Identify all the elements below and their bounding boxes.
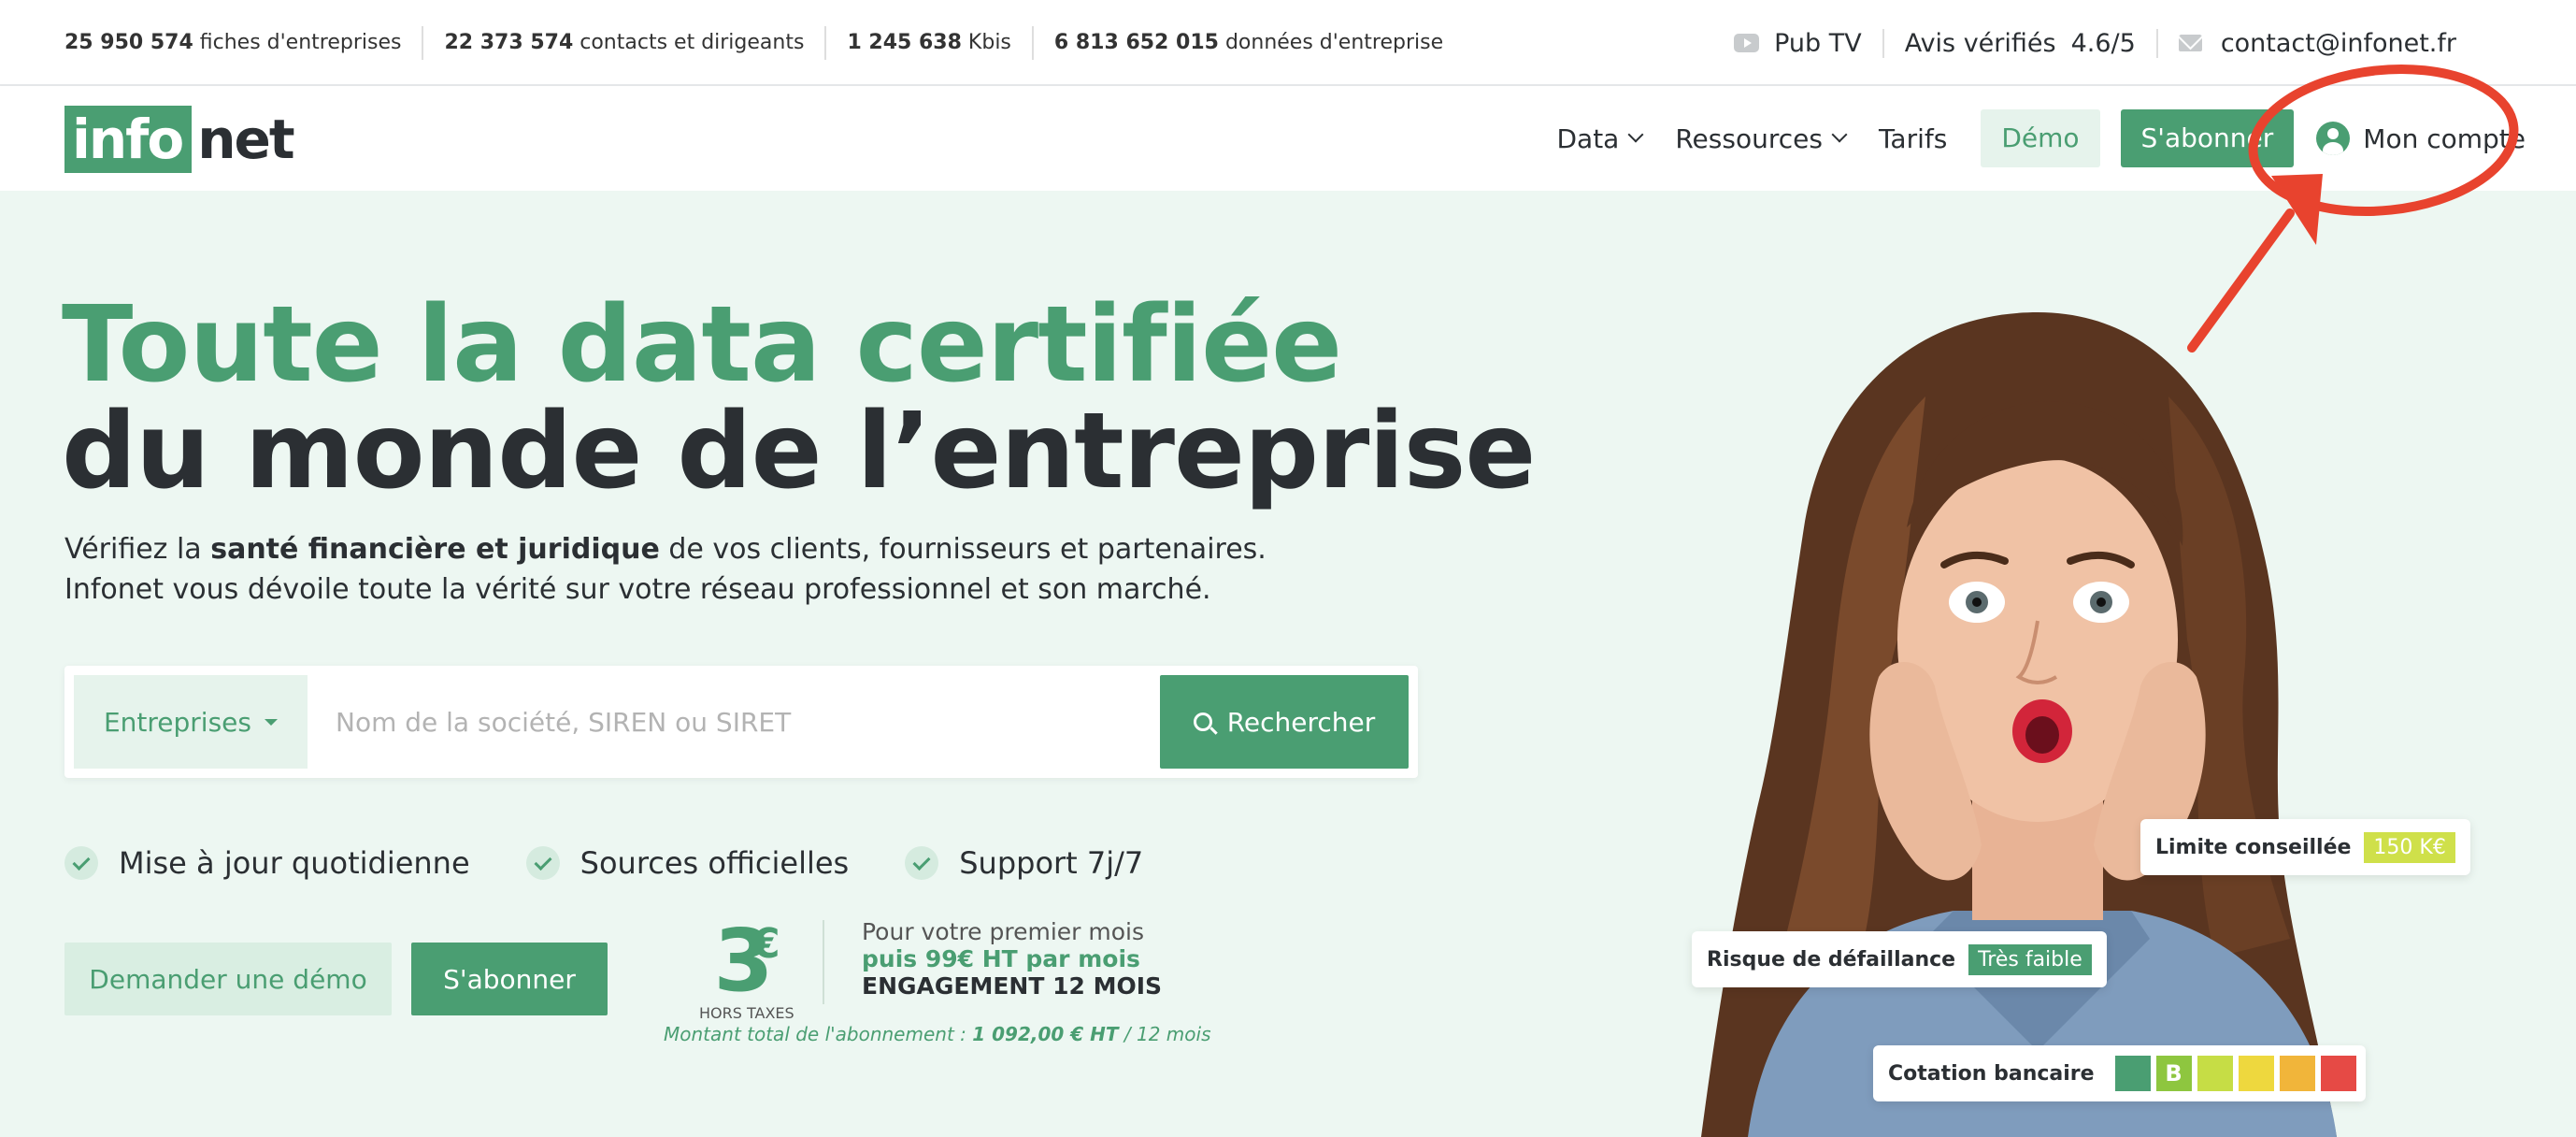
limit-label: Limite conseillée bbox=[2155, 835, 2352, 859]
caret-down-icon bbox=[265, 718, 278, 726]
nav-ressources-label: Ressources bbox=[1675, 122, 1823, 154]
top-links: Pub TV Avis vérifiés 4.6/5 contact@infon… bbox=[1713, 0, 2477, 86]
email-label: contact@infonet.fr bbox=[2220, 28, 2456, 58]
infonet-logo[interactable]: info net bbox=[64, 106, 295, 173]
stat-label: données d'entreprise bbox=[1224, 31, 1444, 54]
bank-rating-tag: Cotation bancaire B bbox=[1873, 1045, 2366, 1101]
risk-label: Risque de défaillance bbox=[1707, 947, 1956, 971]
rating-box-c bbox=[2197, 1056, 2233, 1091]
rating-box-a bbox=[2114, 1056, 2151, 1091]
hero-lead: Vérifiez la santé financière et juridiqu… bbox=[64, 529, 1267, 610]
my-account-label: Mon compte bbox=[2363, 122, 2526, 154]
lead-bold-text: santé financière et juridique bbox=[210, 533, 660, 566]
risk-tag: Risque de défaillance Très faible bbox=[1692, 931, 2107, 987]
category-select-value: Entreprises bbox=[103, 706, 251, 738]
category-select[interactable]: Entreprises bbox=[74, 675, 308, 769]
price-details: Pour votre premier mois puis 99€ HT par … bbox=[862, 918, 1162, 1000]
feature-item: Sources officielles bbox=[525, 845, 850, 881]
feature-item: Mise à jour quotidienne bbox=[64, 845, 470, 881]
nav-ressources-dropdown[interactable]: Ressources bbox=[1675, 122, 1848, 154]
stat-number: 1 245 638 bbox=[847, 31, 962, 54]
limit-value: 150 K€ bbox=[2364, 831, 2455, 863]
rating-box-f bbox=[2320, 1056, 2356, 1091]
search-bar: Entreprises Rechercher bbox=[64, 666, 1418, 778]
video-play-icon bbox=[1734, 34, 1760, 52]
stat-label: contacts et dirigeants bbox=[580, 31, 805, 54]
mail-icon bbox=[2178, 35, 2202, 51]
total-amount-note: Montant total de l'abonnement : 1 092,00… bbox=[664, 1023, 1211, 1045]
chevron-down-icon bbox=[1627, 126, 1644, 143]
stat-data: 6 813 652 015 données d'entreprise bbox=[1034, 26, 1464, 60]
price-first-month: Pour votre premier mois bbox=[862, 918, 1145, 945]
rating-box-e bbox=[2279, 1056, 2315, 1091]
stat-number: 25 950 574 bbox=[64, 31, 193, 54]
lead-text: de vos clients, fournisseurs et partenai… bbox=[659, 533, 1267, 566]
nav-tarifs-label: Tarifs bbox=[1878, 122, 1948, 154]
total-period: / 12 mois bbox=[1118, 1023, 1211, 1045]
hero-title-line2: du monde de l’entreprise bbox=[62, 391, 1536, 512]
features-list: Mise à jour quotidienne Sources officiel… bbox=[64, 845, 1199, 881]
stat-kbis: 1 245 638 Kbis bbox=[826, 26, 1034, 60]
rating-label: Cotation bancaire bbox=[1888, 1061, 2095, 1086]
search-icon bbox=[1193, 712, 1212, 731]
my-account-link[interactable]: Mon compte bbox=[2316, 122, 2526, 155]
check-icon bbox=[525, 846, 560, 880]
price-tax-label: HORS TAXES bbox=[699, 1004, 794, 1022]
main-nav: info net Data Ressources Tarifs Démo S'a… bbox=[0, 86, 2576, 191]
reviews-label: Avis vérifiés bbox=[1904, 28, 2056, 58]
lead-line2: Infonet vous dévoile toute la vérité sur… bbox=[64, 573, 1211, 606]
rating-box-b: B bbox=[2155, 1056, 2192, 1091]
stat-number: 6 813 652 015 bbox=[1053, 31, 1219, 54]
feature-item: Support 7j/7 bbox=[905, 845, 1143, 881]
stat-number: 22 373 574 bbox=[444, 31, 574, 54]
surprised-woman-image bbox=[1701, 312, 2337, 1137]
nav-subscribe-button[interactable]: S'abonner bbox=[2120, 109, 2295, 167]
price-commitment: ENGAGEMENT 12 MOIS bbox=[862, 972, 1163, 1000]
pub-tv-link[interactable]: Pub TV bbox=[1713, 29, 1882, 58]
nav-data-dropdown[interactable]: Data bbox=[1556, 122, 1644, 154]
search-button-label: Rechercher bbox=[1226, 706, 1376, 738]
nav-menu: Data Ressources Tarifs Démo S'abonner Mo… bbox=[1523, 86, 2526, 191]
feature-label: Support 7j/7 bbox=[959, 845, 1144, 881]
price-divider bbox=[823, 920, 824, 1004]
logo-box-text: info bbox=[64, 106, 193, 173]
total-value: 1 092,00 € HT bbox=[972, 1023, 1119, 1045]
price-currency: € bbox=[751, 920, 780, 968]
stat-companies: 25 950 574 fiches d'entreprises bbox=[64, 26, 424, 60]
stat-contacts: 22 373 574 contacts et dirigeants bbox=[423, 26, 827, 60]
price-monthly: puis 99€ HT par mois bbox=[862, 945, 1140, 972]
limit-tag: Limite conseillée 150 K€ bbox=[2140, 819, 2470, 875]
logo-rest-text: net bbox=[197, 108, 294, 171]
stat-label: fiches d'entreprises bbox=[199, 31, 402, 54]
contact-email-link[interactable]: contact@infonet.fr bbox=[2155, 28, 2477, 58]
check-icon bbox=[64, 846, 98, 880]
hero-title-line1: Toute la data certifiée bbox=[62, 284, 1342, 406]
rating-box-d bbox=[2238, 1056, 2274, 1091]
feature-label: Sources officielles bbox=[580, 845, 850, 881]
verified-reviews-link[interactable]: Avis vérifiés 4.6/5 bbox=[1882, 28, 2156, 58]
nav-data-label: Data bbox=[1556, 122, 1620, 154]
stats-list: 25 950 574 fiches d'entreprises 22 373 5… bbox=[64, 0, 1464, 86]
company-search-input[interactable] bbox=[336, 675, 1139, 769]
feature-label: Mise à jour quotidienne bbox=[119, 845, 470, 881]
check-icon bbox=[905, 846, 939, 880]
hero-section: Toute la data certifiée du monde de l’en… bbox=[0, 191, 2576, 1137]
total-label: Montant total de l'abonnement : bbox=[664, 1023, 973, 1045]
search-button[interactable]: Rechercher bbox=[1160, 675, 1409, 769]
subscribe-button[interactable]: S'abonner bbox=[411, 943, 608, 1015]
price-block: 3 € HORS TAXES bbox=[699, 918, 794, 1023]
nav-demo-button[interactable]: Démo bbox=[1981, 109, 2100, 167]
pub-tv-label: Pub TV bbox=[1774, 28, 1862, 58]
request-demo-button[interactable]: Demander une démo bbox=[64, 943, 392, 1015]
lead-text: Vérifiez la bbox=[64, 533, 211, 566]
stat-label: Kbis bbox=[967, 31, 1011, 54]
user-icon bbox=[2316, 122, 2351, 155]
chevron-down-icon bbox=[1831, 126, 1848, 143]
reviews-score: 4.6/5 bbox=[2070, 28, 2136, 58]
nav-tarifs-link[interactable]: Tarifs bbox=[1879, 123, 1947, 154]
risk-value: Très faible bbox=[1968, 943, 2092, 975]
top-stats-bar: 25 950 574 fiches d'entreprises 22 373 5… bbox=[0, 0, 2576, 86]
